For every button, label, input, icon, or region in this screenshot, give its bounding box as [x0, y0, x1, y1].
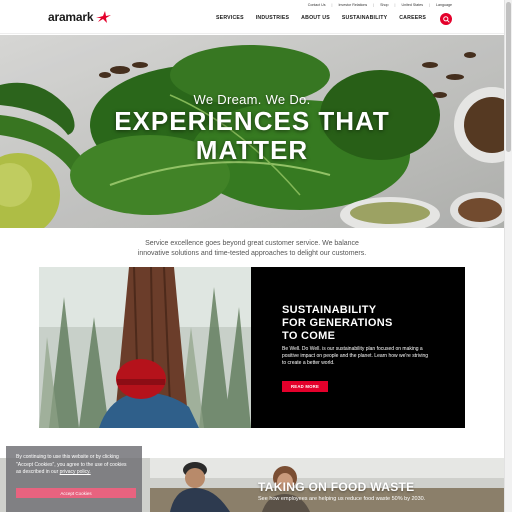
hero-title: EXPERIENCES THAT MATTER — [0, 107, 504, 165]
utility-link-contact[interactable]: Contact Us — [308, 3, 326, 7]
main-nav: SERVICES INDUSTRIES ABOUT US SUSTAINABIL… — [210, 15, 432, 21]
hero-banner: We Dream. We Do. EXPERIENCES THAT MATTER — [0, 35, 504, 228]
nav-item-careers[interactable]: CAREERS — [393, 15, 432, 21]
sustainability-description: Be Well. Do Well. is our sustainability … — [282, 346, 429, 366]
forest-photo — [39, 267, 251, 428]
scrollbar-thumb[interactable] — [506, 2, 511, 152]
accept-cookies-button[interactable]: Accept Cookies — [16, 488, 136, 498]
intro-line: Service excellence goes beyond great cus… — [145, 240, 359, 247]
site-header: aramark Contact Us | Investor Relations … — [0, 0, 504, 34]
logo-text: aramark — [48, 10, 94, 24]
nav-item-industries[interactable]: INDUSTRIES — [250, 15, 295, 21]
hero-title-line: MATTER — [195, 135, 309, 165]
privacy-policy-link[interactable]: privacy policy. — [60, 469, 91, 475]
sustainability-image — [39, 267, 251, 428]
utility-nav: Contact Us | Investor Relations | Shop |… — [308, 3, 452, 7]
search-icon — [442, 15, 450, 23]
food-waste-description: See how employees are helping us reduce … — [258, 496, 426, 502]
intro-line: innovative solutions and time-tested app… — [137, 250, 367, 257]
nav-item-about-us[interactable]: ABOUT US — [295, 15, 336, 21]
divider: | — [373, 3, 375, 7]
search-button[interactable] — [440, 13, 452, 25]
utility-link-shop[interactable]: Shop — [380, 3, 388, 7]
utility-link-country[interactable]: United States — [401, 3, 423, 7]
page-scrollbar[interactable] — [504, 0, 512, 512]
intro-text: Service excellence goes beyond great cus… — [0, 239, 504, 259]
nav-item-services[interactable]: SERVICES — [210, 15, 250, 21]
hero-tagline: We Dream. We Do. — [193, 92, 311, 107]
sustainability-title: SUSTAINABILITY FOR GENERATIONS TO COME — [282, 304, 442, 343]
cookie-message: By continuing to use this website or by … — [16, 454, 132, 477]
divider: | — [394, 3, 396, 7]
aramark-logo[interactable]: aramark — [48, 10, 112, 24]
divider: | — [331, 3, 333, 7]
cookie-banner: By continuing to use this website or by … — [6, 446, 142, 512]
sustainability-title-line: TO COME — [282, 330, 336, 342]
hero-title-line: EXPERIENCES THAT — [114, 106, 390, 136]
sustainability-title-line: FOR GENERATIONS — [282, 317, 393, 329]
food-waste-title: TAKING ON FOOD WASTE — [258, 480, 415, 494]
star-icon — [96, 11, 112, 23]
sustainability-panel: SUSTAINABILITY FOR GENERATIONS TO COME B… — [251, 267, 465, 428]
divider: | — [429, 3, 430, 7]
nav-item-sustainability[interactable]: SUSTAINABILITY — [336, 15, 393, 21]
read-more-button[interactable]: READ MORE — [282, 381, 328, 392]
utility-link-investor[interactable]: Investor Relations — [338, 3, 367, 7]
sustainability-title-line: SUSTAINABILITY — [282, 304, 377, 316]
utility-link-language[interactable]: Language — [436, 3, 452, 7]
